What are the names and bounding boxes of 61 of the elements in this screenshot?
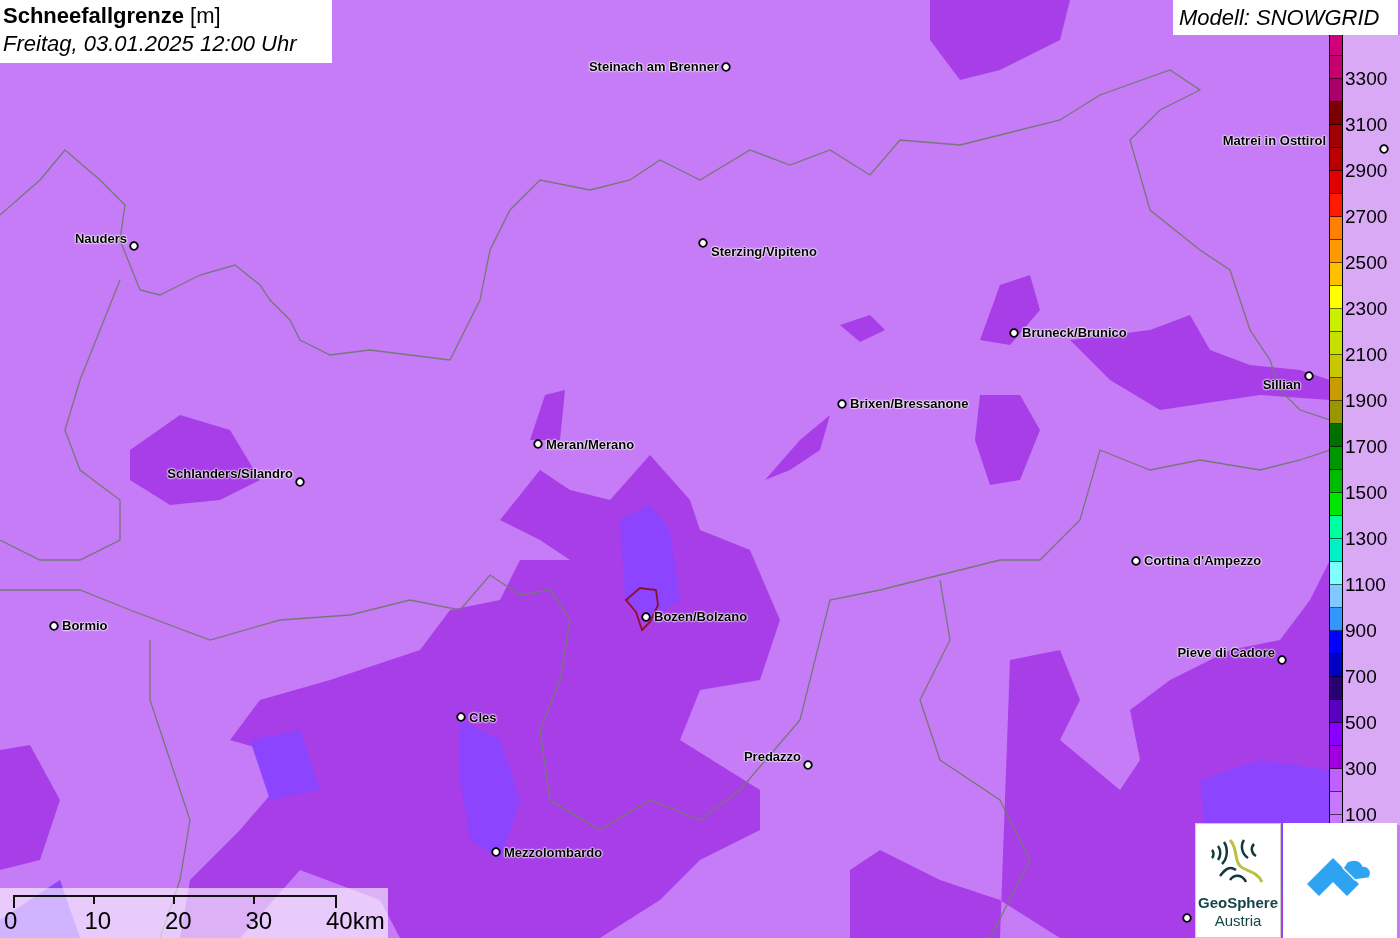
city-label: Cles xyxy=(469,710,497,725)
scale-label: 10 xyxy=(84,907,112,935)
logo-name: GeoSphere xyxy=(1198,894,1278,912)
legend-label: 1500 xyxy=(1345,483,1388,503)
city-marker-icon xyxy=(1304,371,1314,381)
legend-label: 500 xyxy=(1345,713,1377,733)
legend-label: 1300 xyxy=(1345,529,1388,549)
city-label: Steinach am Brenner xyxy=(588,59,719,74)
map-title: Schneefallgrenze [m] xyxy=(3,2,222,30)
city-label: Mezzolombardo xyxy=(504,845,603,860)
city-label: Sterzing/Vipiteno xyxy=(711,244,817,259)
scale-ruler-icon xyxy=(13,894,337,908)
city-marker-icon xyxy=(803,760,813,770)
scale-label: 20 xyxy=(165,907,192,935)
legend-label: 2700 xyxy=(1345,207,1388,227)
city-label: Sillian xyxy=(1262,377,1301,392)
city-marker-icon xyxy=(129,241,139,251)
city-label: Cortina d'Ampezzo xyxy=(1144,553,1262,568)
model-label: Modell: SNOWGRID xyxy=(1173,0,1398,35)
city-label: Predazzo xyxy=(743,749,801,764)
city-marker-icon xyxy=(1379,144,1389,154)
city-marker-icon xyxy=(1009,328,1019,338)
city-marker-icon xyxy=(1182,913,1192,923)
city-marker-icon xyxy=(533,439,543,449)
city-marker-icon xyxy=(721,62,731,72)
map-date: Freitag, 03.01.2025 12:00 Uhr xyxy=(3,30,299,58)
legend-label: 700 xyxy=(1345,667,1377,687)
legend-label: 1700 xyxy=(1345,437,1388,457)
city-label: Nauders xyxy=(74,231,127,246)
city-label: Schlanders/Silandro xyxy=(167,466,293,481)
city-marker-icon xyxy=(456,712,466,722)
city-marker-icon xyxy=(641,612,651,622)
legend-label: 100 xyxy=(1345,805,1377,825)
legend-label: 2900 xyxy=(1345,161,1388,181)
scale-label: 0 xyxy=(4,907,18,935)
legend-label: 3300 xyxy=(1345,69,1388,89)
city-label: Bozen/Bolzano xyxy=(654,609,748,624)
logo-subtitle: Austria xyxy=(1214,912,1262,930)
city-marker-icon xyxy=(49,621,59,631)
city-marker-icon xyxy=(295,477,305,487)
legend-label: 1900 xyxy=(1345,391,1388,411)
city-label: Meran/Merano xyxy=(546,437,635,452)
city-marker-icon xyxy=(491,847,501,857)
city-label: Brixen/Bressanone xyxy=(850,396,969,411)
legend-label: 300 xyxy=(1345,759,1377,779)
scale-label: 30 xyxy=(245,907,273,935)
legend-label: 3100 xyxy=(1345,115,1388,135)
legend-label: 2300 xyxy=(1345,299,1388,319)
city-label: Pieve di Cadore xyxy=(1177,645,1275,660)
city-marker-icon xyxy=(1277,655,1287,665)
city-label: Bormio xyxy=(62,618,108,633)
legend-label: 1100 xyxy=(1345,575,1386,595)
legend-label: 900 xyxy=(1345,621,1377,641)
legend-label: 2100 xyxy=(1345,345,1388,365)
city-label: Matrei in Osttirol xyxy=(1222,133,1326,148)
city-label: Bruneck/Brunico xyxy=(1022,325,1127,340)
city-marker-icon xyxy=(1131,556,1141,566)
legend-label: 2500 xyxy=(1345,253,1388,273)
city-marker-icon xyxy=(837,399,847,409)
scale-label: 40km xyxy=(326,907,385,935)
city-marker-icon xyxy=(698,238,708,248)
